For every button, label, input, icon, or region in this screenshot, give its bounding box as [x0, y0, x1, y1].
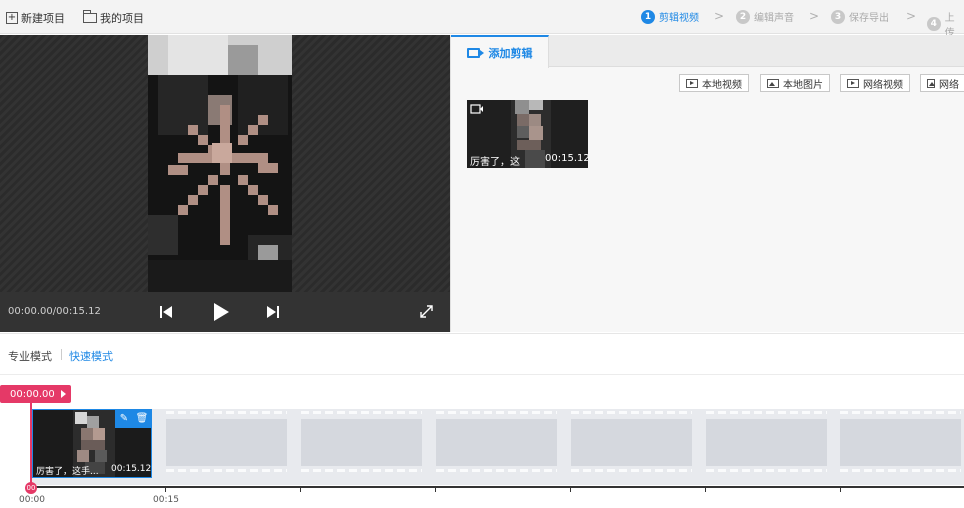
fast-mode-link[interactable]: 快速模式: [69, 348, 113, 364]
film-perforation: [436, 411, 557, 414]
my-projects-button[interactable]: 我的项目: [83, 10, 144, 26]
playhead-time: 00:00.00: [10, 388, 55, 400]
clip-duration: 00:15.12: [545, 153, 588, 164]
video-preview[interactable]: [0, 35, 450, 292]
playhead-time-label[interactable]: 00:00.00: [0, 385, 71, 403]
step-label: 保存导出: [849, 13, 889, 24]
empty-slot[interactable]: [436, 419, 557, 466]
local-video-button[interactable]: 本地视频: [679, 74, 749, 92]
film-perforation: [301, 469, 422, 472]
ruler-tick: [840, 486, 841, 492]
tab-add-clip[interactable]: 添加剪辑: [451, 35, 549, 68]
timeline-track: ✎ 🗑 厉害了，这手... 00:15.12: [30, 409, 964, 485]
top-toolbar: + 新建项目 我的项目 1 剪辑视频 > 2 编辑声音 > 3 保存导出 > 4…: [0, 0, 964, 39]
ruler-label: 00:00: [19, 495, 45, 505]
fullscreen-icon[interactable]: [419, 304, 434, 319]
video-camera-icon: [466, 47, 484, 58]
empty-slot[interactable]: [706, 419, 827, 466]
time-ruler: [30, 486, 964, 488]
empty-slot[interactable]: [571, 419, 692, 466]
chevron-right-icon: >: [714, 9, 725, 23]
film-perforation: [706, 411, 827, 414]
playhead-handle[interactable]: 00: [25, 482, 37, 494]
play-icon[interactable]: [213, 303, 229, 321]
step-label: 编辑声音: [754, 13, 794, 24]
empty-slot[interactable]: [166, 419, 287, 466]
button-label: 本地视频: [702, 79, 742, 91]
media-clip-card[interactable]: 厉害了，这 00:15.12: [467, 100, 588, 168]
web-image-button[interactable]: 网络: [920, 74, 964, 92]
empty-slot[interactable]: [301, 419, 422, 466]
my-projects-label: 我的项目: [100, 12, 144, 25]
local-image-button[interactable]: 本地图片: [760, 74, 830, 92]
film-perforation: [571, 411, 692, 414]
player-controls: 00:00.00/00:15.12: [0, 292, 450, 332]
step-number: 3: [831, 9, 845, 24]
pro-mode-link[interactable]: 专业模式: [8, 348, 52, 364]
folder-icon: [83, 10, 97, 23]
film-perforation: [706, 469, 827, 472]
button-label: 网络视频: [863, 79, 903, 91]
mode-divider: [61, 349, 62, 360]
caret-right-icon: [61, 390, 66, 398]
film-perforation: [301, 411, 422, 414]
ruler-tick: [435, 486, 436, 492]
image-file-icon: [767, 78, 779, 88]
tab-add-clip-label: 添加剪辑: [488, 46, 533, 60]
step-edit-video[interactable]: 1 剪辑视频: [641, 9, 699, 24]
film-perforation: [840, 411, 961, 414]
film-perforation: [840, 469, 961, 472]
film-perforation: [436, 469, 557, 472]
button-label: 本地图片: [783, 79, 823, 91]
new-project-button[interactable]: + 新建项目: [6, 10, 65, 26]
chevron-right-icon: >: [906, 9, 917, 23]
empty-slot[interactable]: [840, 419, 961, 466]
step-label: 剪辑视频: [659, 13, 699, 24]
player-timecode: 00:00.00/00:15.12: [8, 306, 101, 317]
chevron-right-icon: >: [809, 9, 820, 23]
step-edit-audio[interactable]: 2 编辑声音: [736, 9, 794, 24]
step-save-export[interactable]: 3 保存导出: [831, 9, 889, 24]
next-frame-icon[interactable]: [267, 305, 279, 319]
trash-icon[interactable]: 🗑: [133, 410, 151, 428]
ruler-tick: [705, 486, 706, 492]
timeline-clip-duration: 00:15.12: [111, 464, 152, 474]
film-perforation: [166, 411, 287, 414]
edit-pencil-icon[interactable]: ✎: [115, 410, 133, 428]
panel-tab-bar: 添加剪辑: [451, 35, 964, 68]
video-frame: [148, 35, 292, 292]
step-number: 2: [736, 9, 750, 24]
ruler-tick: [165, 486, 166, 492]
button-label: 网络: [939, 79, 959, 91]
plus-icon: +: [6, 12, 18, 24]
clip-title: 厉害了，这: [470, 157, 520, 168]
new-project-label: 新建项目: [21, 12, 65, 25]
timeline-clip[interactable]: ✎ 🗑 厉害了，这手... 00:15.12: [32, 409, 152, 478]
film-perforation: [571, 469, 692, 472]
pixelated-video-image: [148, 35, 292, 292]
ruler-tick: [300, 486, 301, 492]
mode-bar: 专业模式 快速模式: [0, 333, 964, 375]
ruler-tick: [570, 486, 571, 492]
step-number: 4: [927, 17, 941, 31]
timeline-clip-title: 厉害了，这手...: [36, 467, 99, 477]
media-panel: 添加剪辑 本地视频 本地图片 网络视频 网络 厉害了，这 00:15.12: [450, 35, 964, 332]
clip-tools: ✎ 🗑: [115, 410, 151, 428]
playhead-line: [30, 403, 32, 487]
video-camera-icon: [470, 104, 483, 114]
ruler-label: 00:15: [153, 495, 179, 505]
video-file-icon: [686, 78, 698, 88]
image-file-icon: [927, 78, 935, 88]
previous-frame-icon[interactable]: [160, 305, 172, 319]
step-number: 1: [641, 9, 655, 24]
timeline: ✎ 🗑 厉害了，这手... 00:15.12 00:00 00:15 00:00…: [0, 376, 964, 508]
film-perforation: [166, 469, 287, 472]
web-video-button[interactable]: 网络视频: [840, 74, 910, 92]
video-file-icon: [847, 78, 859, 88]
